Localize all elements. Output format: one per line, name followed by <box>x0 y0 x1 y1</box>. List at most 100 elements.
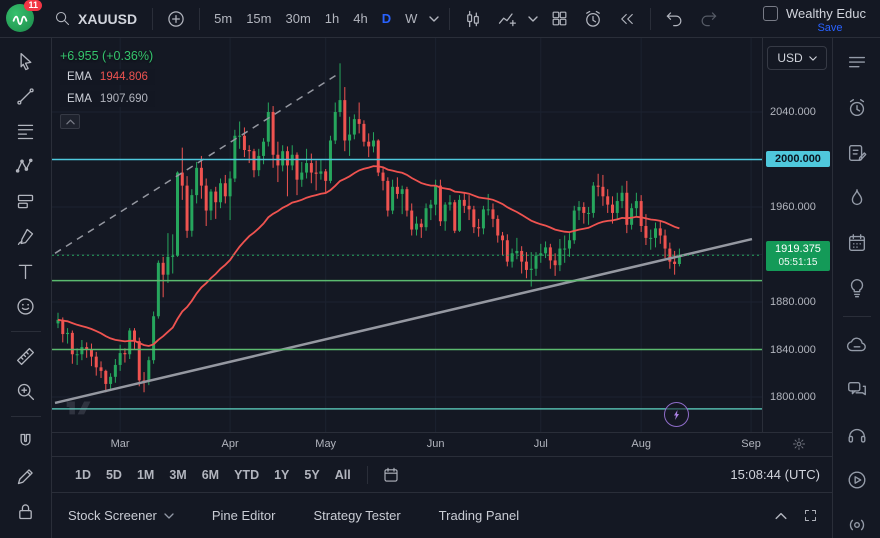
timeframe-w[interactable]: W <box>398 5 424 33</box>
bottom-panel-tabs: Stock Screener Pine Editor Strategy Tester… <box>52 492 832 538</box>
notes-icon <box>846 142 868 164</box>
support-button[interactable] <box>843 422 871 448</box>
cursor-tool[interactable] <box>11 50 41 73</box>
price-chart[interactable] <box>52 38 762 432</box>
xabcd-pattern-tool[interactable] <box>11 155 41 178</box>
chevron-down-icon <box>809 56 817 61</box>
last-price-label: 1919.37505:51:15 <box>766 241 830 271</box>
magnet-tool[interactable] <box>11 430 41 453</box>
timeframe-menu-button[interactable] <box>426 16 442 22</box>
redo-button[interactable] <box>692 5 724 33</box>
chat-button[interactable] <box>843 332 871 358</box>
trend-line-tool[interactable] <box>11 85 41 108</box>
timeframe-15m[interactable]: 15m <box>239 5 278 33</box>
notes-button[interactable] <box>843 140 871 166</box>
redo-arrow-icon <box>699 9 718 28</box>
alerts-button[interactable] <box>843 95 871 121</box>
compare-add-button[interactable] <box>160 5 192 33</box>
indicators-icon <box>497 9 517 29</box>
save-link[interactable]: Save <box>817 22 842 34</box>
timeframe-4h[interactable]: 4h <box>346 5 374 33</box>
zoom-in-tool[interactable] <box>11 380 41 403</box>
range-1m[interactable]: 1M <box>130 465 161 485</box>
timeframe-1h[interactable]: 1h <box>318 5 346 33</box>
broadcast-button[interactable] <box>843 512 871 538</box>
expand-icon <box>803 508 818 523</box>
calendar-goto-icon <box>382 466 400 484</box>
right-sidebar <box>832 38 880 538</box>
timeframe-d[interactable]: D <box>375 5 398 33</box>
gear-icon <box>792 437 806 451</box>
legend-collapse-button[interactable] <box>60 114 80 129</box>
separator <box>11 416 41 417</box>
multichart-layout-button[interactable] <box>543 5 575 33</box>
forecast-tool[interactable] <box>11 190 41 213</box>
lightning-indicator-button[interactable] <box>664 402 689 427</box>
ruler-tool[interactable] <box>11 345 41 368</box>
emoji-tool[interactable] <box>11 295 41 318</box>
last-price-value: 1919.375 <box>766 243 830 257</box>
range-6m[interactable]: 6M <box>195 465 226 485</box>
tab-stock-screener[interactable]: Stock Screener <box>68 508 174 523</box>
range-all[interactable]: All <box>328 465 358 485</box>
range-ytd[interactable]: YTD <box>227 465 266 485</box>
chevron-down-icon <box>528 16 538 22</box>
separator <box>449 8 450 30</box>
separator <box>152 8 153 30</box>
text-tool[interactable] <box>11 260 41 283</box>
calendar-button[interactable] <box>843 230 871 256</box>
conversations-button[interactable] <box>843 377 871 403</box>
tutorials-button[interactable] <box>843 467 871 493</box>
user-menu-button[interactable]: 11 <box>6 4 38 34</box>
indicator-row[interactable]: EMA1944.806 <box>60 69 155 85</box>
range-5y[interactable]: 5Y <box>297 465 326 485</box>
panel-collapse-button[interactable] <box>775 508 787 523</box>
cloud-chat-icon <box>846 334 868 356</box>
bar-replay-button[interactable] <box>611 5 643 33</box>
range-1d[interactable]: 1D <box>68 465 98 485</box>
chart-style-button[interactable] <box>457 5 489 33</box>
range-3m[interactable]: 3M <box>162 465 193 485</box>
layout-name[interactable]: Wealthy Educ <box>786 6 874 21</box>
hotlists-button[interactable] <box>843 185 871 211</box>
alert-button[interactable] <box>577 5 609 33</box>
ideas-button[interactable] <box>843 275 871 301</box>
indicators-button[interactable] <box>491 5 523 33</box>
chart-settings-button[interactable] <box>792 437 806 451</box>
tab-strategy-tester[interactable]: Strategy Tester <box>313 508 400 523</box>
tab-trading-panel[interactable]: Trading Panel <box>439 508 519 523</box>
clock-utc[interactable]: 15:08:44 (UTC) <box>730 467 822 482</box>
lock-tool[interactable] <box>11 500 41 523</box>
indicator-row[interactable]: EMA1907.690 <box>60 91 155 107</box>
edit-tool[interactable] <box>11 465 41 488</box>
brush-tool[interactable] <box>11 225 41 248</box>
price-axis[interactable]: USD 2040.0001960.0001880.0001840.0001800… <box>762 38 832 432</box>
indicators-menu-button[interactable] <box>525 16 541 22</box>
tab-pine-editor[interactable]: Pine Editor <box>212 508 276 523</box>
time-tick: Apr <box>222 438 239 450</box>
rewind-icon <box>618 10 636 28</box>
timeframe-5m[interactable]: 5m <box>207 5 239 33</box>
time-axis[interactable]: MarAprMayJunJulAugSep <box>52 432 832 456</box>
undo-button[interactable] <box>658 5 690 33</box>
goto-date-button[interactable] <box>377 463 405 487</box>
timeframe-30m[interactable]: 30m <box>278 5 317 33</box>
panel-maximize-button[interactable] <box>803 508 818 523</box>
separator <box>843 316 871 317</box>
search-icon <box>54 10 71 27</box>
symbol-search-button[interactable]: XAUUSD <box>46 4 145 34</box>
cloud-save-checkbox[interactable] <box>763 6 778 21</box>
currency-dropdown[interactable]: USD <box>767 46 827 70</box>
indicator-value: 1907.690 <box>100 93 148 105</box>
chevron-up-icon <box>775 512 787 520</box>
watchlist-button[interactable] <box>843 50 871 76</box>
time-tick: Sep <box>741 438 761 450</box>
tradingview-watermark <box>66 396 104 418</box>
range-1y[interactable]: 1Y <box>267 465 296 485</box>
fib-retracement-tool[interactable] <box>11 120 41 143</box>
candles-icon <box>463 9 483 29</box>
chevron-down-icon <box>164 513 174 519</box>
bottom-tabs-group: Stock Screener Pine Editor Strategy Tester… <box>68 508 557 523</box>
time-tick: Jul <box>534 438 548 450</box>
range-5d[interactable]: 5D <box>99 465 129 485</box>
